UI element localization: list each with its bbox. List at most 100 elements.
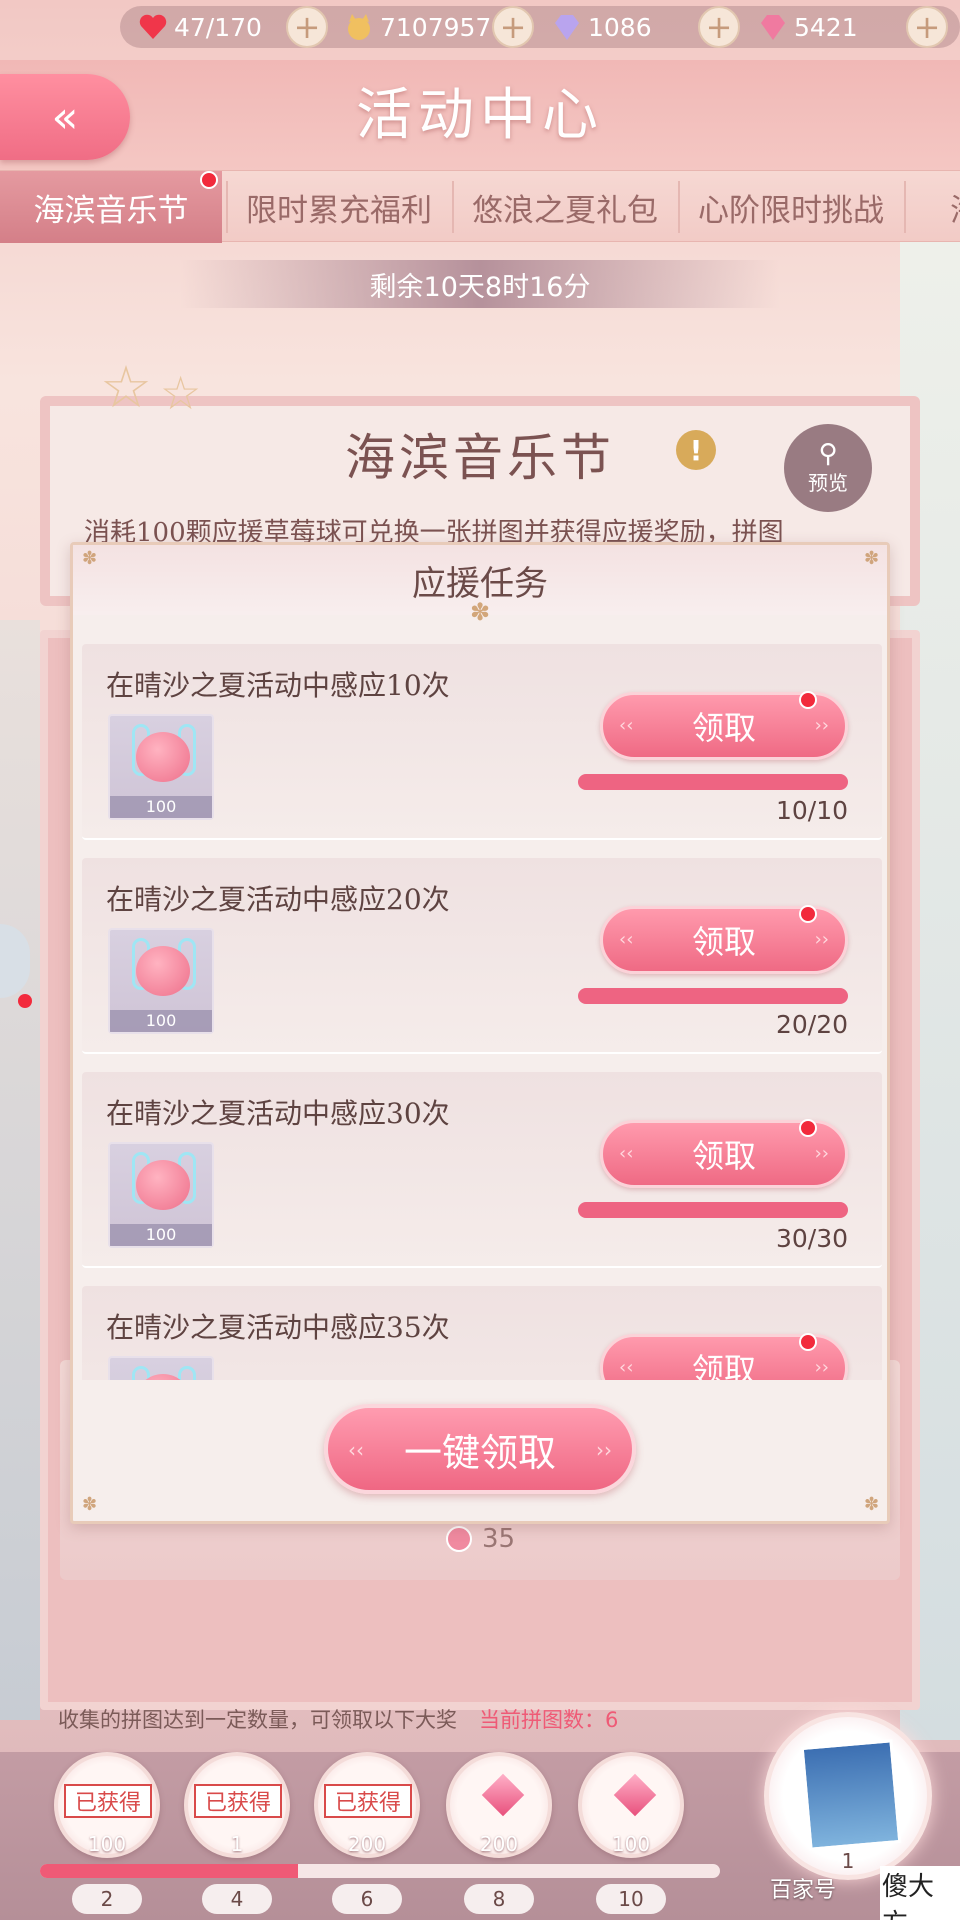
obtained-stamp: 已获得 bbox=[194, 1784, 282, 1818]
collect-hint: 收集的拼图达到一定数量，可领取以下大奖 当前拼图数：6 bbox=[58, 1704, 618, 1734]
milestone-reward[interactable]: 已获得 100 bbox=[54, 1752, 160, 1858]
reward-item[interactable]: 100 bbox=[108, 1142, 214, 1248]
progress-text: 20/20 bbox=[775, 1010, 848, 1039]
task-label: 在晴沙之夏活动中感应30次 bbox=[106, 1097, 450, 1130]
task-item: 在晴沙之夏活动中感应20次 100 ‹‹ 领取 ›› 20/20 bbox=[82, 858, 882, 1054]
milestone-progress-fill bbox=[40, 1864, 299, 1878]
gold-value: 7107957 bbox=[380, 12, 492, 42]
background-decoration-left bbox=[0, 620, 40, 1720]
progress-text: 10/10 bbox=[775, 796, 848, 825]
reward-item[interactable]: 100 bbox=[108, 928, 214, 1034]
puzzle-card-image bbox=[800, 1739, 902, 1851]
pink-gem-icon bbox=[761, 15, 785, 40]
notification-dot bbox=[200, 171, 218, 189]
milestone-amount: 200 bbox=[479, 1832, 519, 1856]
milestone-amount: 100 bbox=[611, 1832, 651, 1856]
ball-count: 35 bbox=[446, 1524, 515, 1554]
diamond-value: 1086 bbox=[588, 12, 652, 42]
arrow-right-icon: ›› bbox=[814, 715, 829, 736]
corner-ornament-icon: ✽ bbox=[82, 1494, 98, 1515]
watermark-logo: 傻大方 bbox=[880, 1866, 960, 1920]
milestone-target: 2 bbox=[72, 1884, 142, 1914]
arrow-left-icon: ‹‹ bbox=[619, 1143, 634, 1164]
claim-button[interactable]: ‹‹ 领取 ›› bbox=[600, 1119, 848, 1188]
corner-ornament-icon: ✽ bbox=[864, 548, 880, 569]
gem-value: 5421 bbox=[794, 12, 858, 42]
milestone-reward[interactable]: 已获得 1 bbox=[184, 1752, 290, 1858]
task-item: 在晴沙之夏活动中感应30次 100 ‹‹ 领取 ›› 30/30 bbox=[82, 1072, 882, 1268]
progress-text: 30/30 bbox=[775, 1224, 848, 1253]
reward-quantity: 100 bbox=[110, 1224, 212, 1246]
info-icon[interactable]: ! bbox=[676, 430, 716, 470]
progress-bar bbox=[578, 1202, 848, 1218]
ball-count-value: 35 bbox=[482, 1524, 516, 1554]
milestone-target: 4 bbox=[202, 1884, 272, 1914]
strawberry-ball-icon bbox=[136, 946, 190, 996]
strawberry-ball-icon bbox=[446, 1526, 472, 1552]
arrow-left-icon: ‹‹ bbox=[348, 1438, 364, 1462]
milestone-reward[interactable]: 已获得 200 bbox=[314, 1752, 420, 1858]
notification-dot bbox=[799, 691, 817, 709]
corner-ornament-icon: ✽ bbox=[864, 1494, 880, 1515]
watermark: 百家号 bbox=[770, 1878, 837, 1903]
grand-prize[interactable]: 1 bbox=[764, 1712, 932, 1880]
progress-bar bbox=[578, 774, 848, 790]
arrow-right-icon: ›› bbox=[596, 1438, 612, 1462]
milestone-target: 6 bbox=[332, 1884, 402, 1914]
obtained-stamp: 已获得 bbox=[324, 1784, 412, 1818]
tab-label: 海滨音乐节 bbox=[33, 192, 189, 229]
reward-item[interactable] bbox=[108, 1356, 214, 1380]
preview-label: 预览 bbox=[808, 470, 848, 495]
add-gold-button[interactable]: + bbox=[492, 6, 534, 48]
tab-limited-challenge[interactable]: 心阶限时挑战 bbox=[680, 171, 902, 243]
tab-label: 限时累充福利 bbox=[246, 192, 432, 229]
wing-icon bbox=[178, 1366, 196, 1380]
arrow-right-icon: ›› bbox=[814, 1143, 829, 1164]
strawberry-ball-icon bbox=[136, 1160, 190, 1210]
countdown-timer: 剩余10天8时16分 bbox=[180, 260, 780, 308]
claim-label: 领取 bbox=[691, 709, 756, 747]
milestone-amount: 200 bbox=[347, 1832, 387, 1856]
task-item: 在晴沙之夏活动中感应10次 100 ‹‹ 领取 ›› 10/10 bbox=[82, 644, 882, 840]
resource-gold: 7107957 bbox=[344, 6, 491, 48]
resource-stamina: 47/170 bbox=[138, 6, 262, 48]
claim-label: 领取 bbox=[691, 1137, 756, 1175]
arrow-left-icon: ‹‹ bbox=[619, 715, 634, 736]
claim-label: 领取 bbox=[691, 1351, 756, 1380]
preview-button[interactable]: ⚲ 预览 bbox=[784, 424, 872, 512]
notification-dot bbox=[799, 1119, 817, 1137]
resource-diamond: 1086 bbox=[552, 6, 652, 48]
claim-button[interactable]: ‹‹ 领取 ›› bbox=[600, 905, 848, 974]
arrow-right-icon: ›› bbox=[814, 1357, 829, 1378]
milestone-target: 8 bbox=[464, 1884, 534, 1914]
reward-quantity: 100 bbox=[110, 1010, 212, 1032]
notification-dot bbox=[18, 994, 32, 1008]
task-label: 在晴沙之夏活动中感应35次 bbox=[106, 1311, 450, 1344]
milestone-progress-bar bbox=[40, 1864, 720, 1878]
arrow-left-icon: ‹‹ bbox=[619, 1357, 634, 1378]
task-list[interactable]: 在晴沙之夏活动中感应10次 100 ‹‹ 领取 ›› 10/10 在晴沙之夏活动… bbox=[82, 644, 882, 1380]
add-stamina-button[interactable]: + bbox=[286, 6, 328, 48]
tab-recharge-welfare[interactable]: 限时累充福利 bbox=[228, 171, 450, 243]
tab-beach-music-festival[interactable]: 海滨音乐节 bbox=[0, 171, 222, 243]
claim-button[interactable]: ‹‹ 领取 ›› bbox=[600, 1333, 848, 1380]
claim-all-button[interactable]: ‹‹ 一键领取 ›› bbox=[324, 1404, 636, 1494]
task-label: 在晴沙之夏活动中感应10次 bbox=[106, 669, 450, 702]
pink-gem-icon bbox=[613, 1773, 657, 1817]
reward-item[interactable]: 100 bbox=[108, 714, 214, 820]
add-diamond-button[interactable]: + bbox=[698, 6, 740, 48]
arrow-right-icon: ›› bbox=[814, 929, 829, 950]
progress-bar bbox=[578, 988, 848, 1004]
notification-dot bbox=[799, 1333, 817, 1351]
milestone-reward[interactable]: 100 bbox=[578, 1752, 684, 1858]
tab-more[interactable]: 海 bbox=[906, 171, 960, 243]
tab-summer-gift-pack[interactable]: 悠浪之夏礼包 bbox=[454, 171, 676, 243]
claim-button[interactable]: ‹‹ 领取 ›› bbox=[600, 691, 848, 760]
reward-quantity: 100 bbox=[110, 796, 212, 818]
star-icon: ☆ bbox=[100, 353, 152, 421]
milestone-reward[interactable]: 200 bbox=[446, 1752, 552, 1858]
add-gem-button[interactable]: + bbox=[906, 6, 948, 48]
task-label: 在晴沙之夏活动中感应20次 bbox=[106, 883, 450, 916]
cat-coin-icon bbox=[348, 14, 370, 40]
heart-icon bbox=[139, 14, 167, 39]
